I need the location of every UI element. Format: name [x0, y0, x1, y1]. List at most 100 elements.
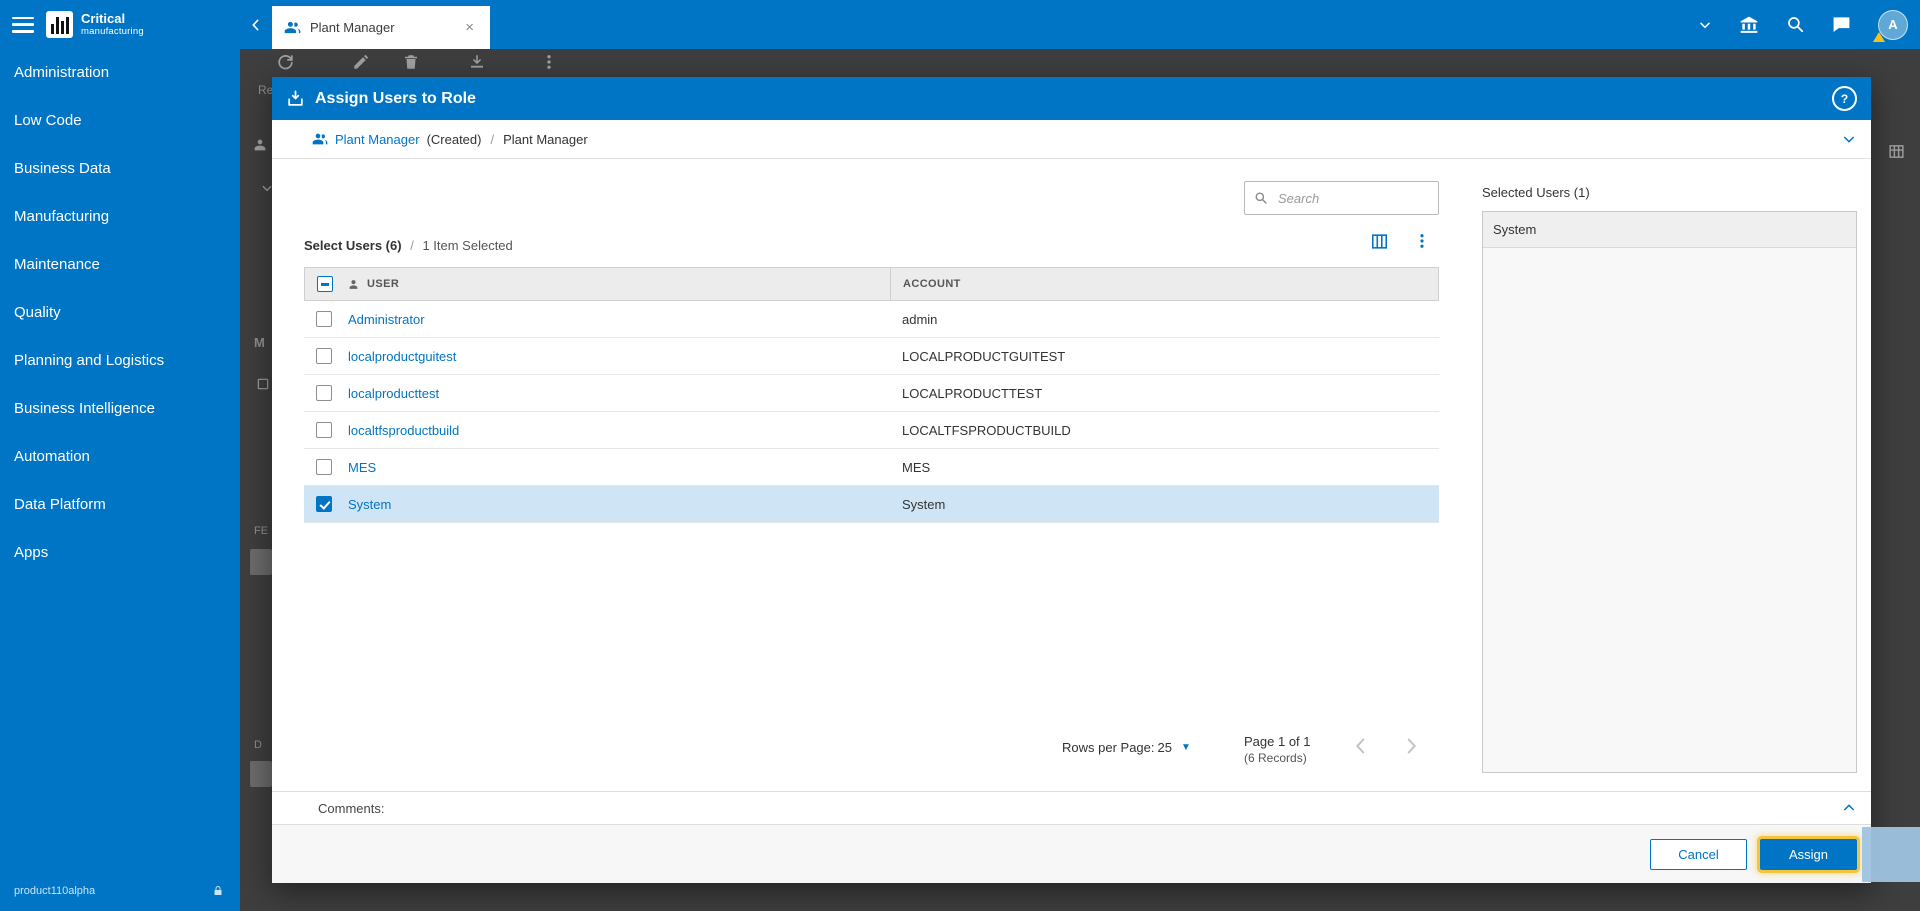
selected-users-panel: System	[1482, 211, 1857, 773]
column-header-account[interactable]: ACCOUNT	[903, 278, 961, 290]
summary-separator: /	[410, 238, 414, 253]
highlight-artifact	[1862, 827, 1920, 882]
menu-icon[interactable]	[12, 17, 34, 33]
sidebar-item-manufacturing[interactable]: Manufacturing	[0, 193, 240, 241]
logo-line2: manufacturing	[81, 27, 144, 37]
clipped-text-fragment: D	[254, 739, 262, 751]
column-chooser-icon[interactable]	[1370, 232, 1389, 251]
select-users-count: Select Users (6)	[304, 238, 402, 253]
avatar[interactable]: A	[1878, 10, 1908, 40]
environment-label: product110alpha	[14, 885, 95, 897]
table-row[interactable]: MES MES	[304, 449, 1439, 486]
topbar-left: Critical manufacturing	[0, 0, 240, 49]
rows-per-page-value: 25	[1158, 740, 1172, 755]
assign-icon	[286, 89, 305, 108]
next-page-icon[interactable]	[1400, 735, 1422, 757]
row-checkbox[interactable]	[316, 459, 332, 475]
tab-plant-manager[interactable]: Plant Manager ×	[272, 6, 490, 49]
search-icon	[1254, 191, 1268, 205]
breadcrumb-collapse-chevron-icon[interactable]	[1841, 131, 1857, 147]
tab-scroll-left-icon[interactable]	[240, 0, 272, 49]
clipped-button-fragment	[250, 761, 272, 787]
items-selected-label: 1 Item Selected	[422, 238, 512, 253]
rows-per-page-caret-icon[interactable]: ▼	[1181, 742, 1191, 753]
users-icon	[284, 19, 301, 36]
clipped-text-fragment: FE	[254, 525, 268, 537]
selected-user-item[interactable]: System	[1483, 212, 1856, 248]
comments-section: Comments:	[272, 791, 1871, 824]
user-link[interactable]: localproductguitest	[348, 349, 456, 364]
search-icon[interactable]	[1786, 15, 1805, 34]
table-row[interactable]: localproductguitest LOCALPRODUCTGUITEST	[304, 338, 1439, 375]
sidebar-item-apps[interactable]: Apps	[0, 529, 240, 577]
tab-strip: Plant Manager ×	[240, 0, 490, 49]
page-label: Page 1 of 1	[1244, 733, 1311, 750]
sidebar-item-business-data[interactable]: Business Data	[0, 145, 240, 193]
grid-view-icon	[1888, 143, 1905, 160]
dialog-header: Assign Users to Role ?	[272, 77, 1871, 120]
table-menu-icon[interactable]	[1413, 232, 1431, 251]
breadcrumb-role-link[interactable]: Plant Manager	[335, 132, 420, 147]
table-row-selected[interactable]: System System	[304, 486, 1439, 523]
user-link[interactable]: localproducttest	[348, 386, 439, 401]
row-checkbox[interactable]	[316, 422, 332, 438]
help-button[interactable]: ?	[1832, 86, 1857, 111]
tab-close-icon[interactable]: ×	[461, 18, 478, 37]
users-icon	[254, 137, 270, 153]
account-cell: LOCALTFSPRODUCTBUILD	[889, 423, 1439, 438]
table-actions	[1370, 232, 1431, 251]
account-cell: admin	[889, 312, 1439, 327]
selected-users-title: Selected Users (1)	[1482, 185, 1590, 200]
sidebar-item-business-intelligence[interactable]: Business Intelligence	[0, 385, 240, 433]
tab-overflow-chevron-icon[interactable]	[1698, 18, 1712, 32]
sidebar-item-administration[interactable]: Administration	[0, 49, 240, 97]
sidebar-item-maintenance[interactable]: Maintenance	[0, 241, 240, 289]
app-logo: Critical manufacturing	[46, 11, 144, 38]
tab-label: Plant Manager	[310, 20, 452, 35]
column-header-user[interactable]: USER	[367, 278, 399, 290]
sidebar-item-data-platform[interactable]: Data Platform	[0, 481, 240, 529]
sidebar-item-low-code[interactable]: Low Code	[0, 97, 240, 145]
table-row[interactable]: Administrator admin	[304, 301, 1439, 338]
rows-per-page[interactable]: Rows per Page: 25 ▼	[1062, 740, 1191, 755]
comments-label: Comments:	[318, 801, 384, 816]
table-row[interactable]: localproducttest LOCALPRODUCTTEST	[304, 375, 1439, 412]
cancel-button[interactable]: Cancel	[1650, 839, 1747, 870]
search-input[interactable]	[1276, 190, 1456, 207]
previous-page-icon[interactable]	[1350, 735, 1372, 757]
comments-collapse-chevron-icon[interactable]	[1841, 800, 1857, 816]
row-checkbox[interactable]	[316, 385, 332, 401]
user-link[interactable]: MES	[348, 460, 376, 475]
account-cell: LOCALPRODUCTTEST	[889, 386, 1439, 401]
select-all-checkbox[interactable]	[317, 276, 333, 292]
user-link[interactable]: localtfsproductbuild	[348, 423, 459, 438]
breadcrumb-status: (Created)	[427, 132, 482, 147]
clipped-button-fragment	[250, 549, 272, 575]
users-icon	[312, 131, 328, 147]
clipped-field-icon	[256, 377, 270, 391]
user-link[interactable]: Administrator	[348, 312, 425, 327]
breadcrumb: Plant Manager (Created) / Plant Manager	[272, 120, 1871, 159]
sidebar-item-planning-and-logistics[interactable]: Planning and Logistics	[0, 337, 240, 385]
user-icon	[347, 278, 360, 291]
row-checkbox[interactable]	[316, 348, 332, 364]
clipped-text-fragment: M	[254, 335, 265, 350]
messages-icon[interactable]	[1832, 15, 1851, 34]
delete-icon	[402, 53, 420, 71]
user-link[interactable]: System	[348, 497, 391, 512]
users-table: USER ACCOUNT Administrator admin localpr…	[304, 267, 1439, 523]
row-checkbox[interactable]	[316, 496, 332, 512]
rows-per-page-label: Rows per Page:	[1062, 740, 1155, 755]
page-info: Page 1 of 1 (6 Records)	[1244, 733, 1311, 767]
logo-line1: Critical	[81, 12, 144, 25]
row-checkbox[interactable]	[316, 311, 332, 327]
sidebar-item-automation[interactable]: Automation	[0, 433, 240, 481]
company-icon[interactable]	[1739, 15, 1759, 35]
dialog-footer: Cancel Assign	[272, 824, 1871, 883]
import-icon	[468, 53, 486, 71]
logo-mark-icon	[46, 11, 73, 38]
sidebar-item-quality[interactable]: Quality	[0, 289, 240, 337]
assign-button[interactable]: Assign	[1760, 839, 1857, 870]
more-options-icon	[540, 53, 558, 71]
table-row[interactable]: localtfsproductbuild LOCALTFSPRODUCTBUIL…	[304, 412, 1439, 449]
